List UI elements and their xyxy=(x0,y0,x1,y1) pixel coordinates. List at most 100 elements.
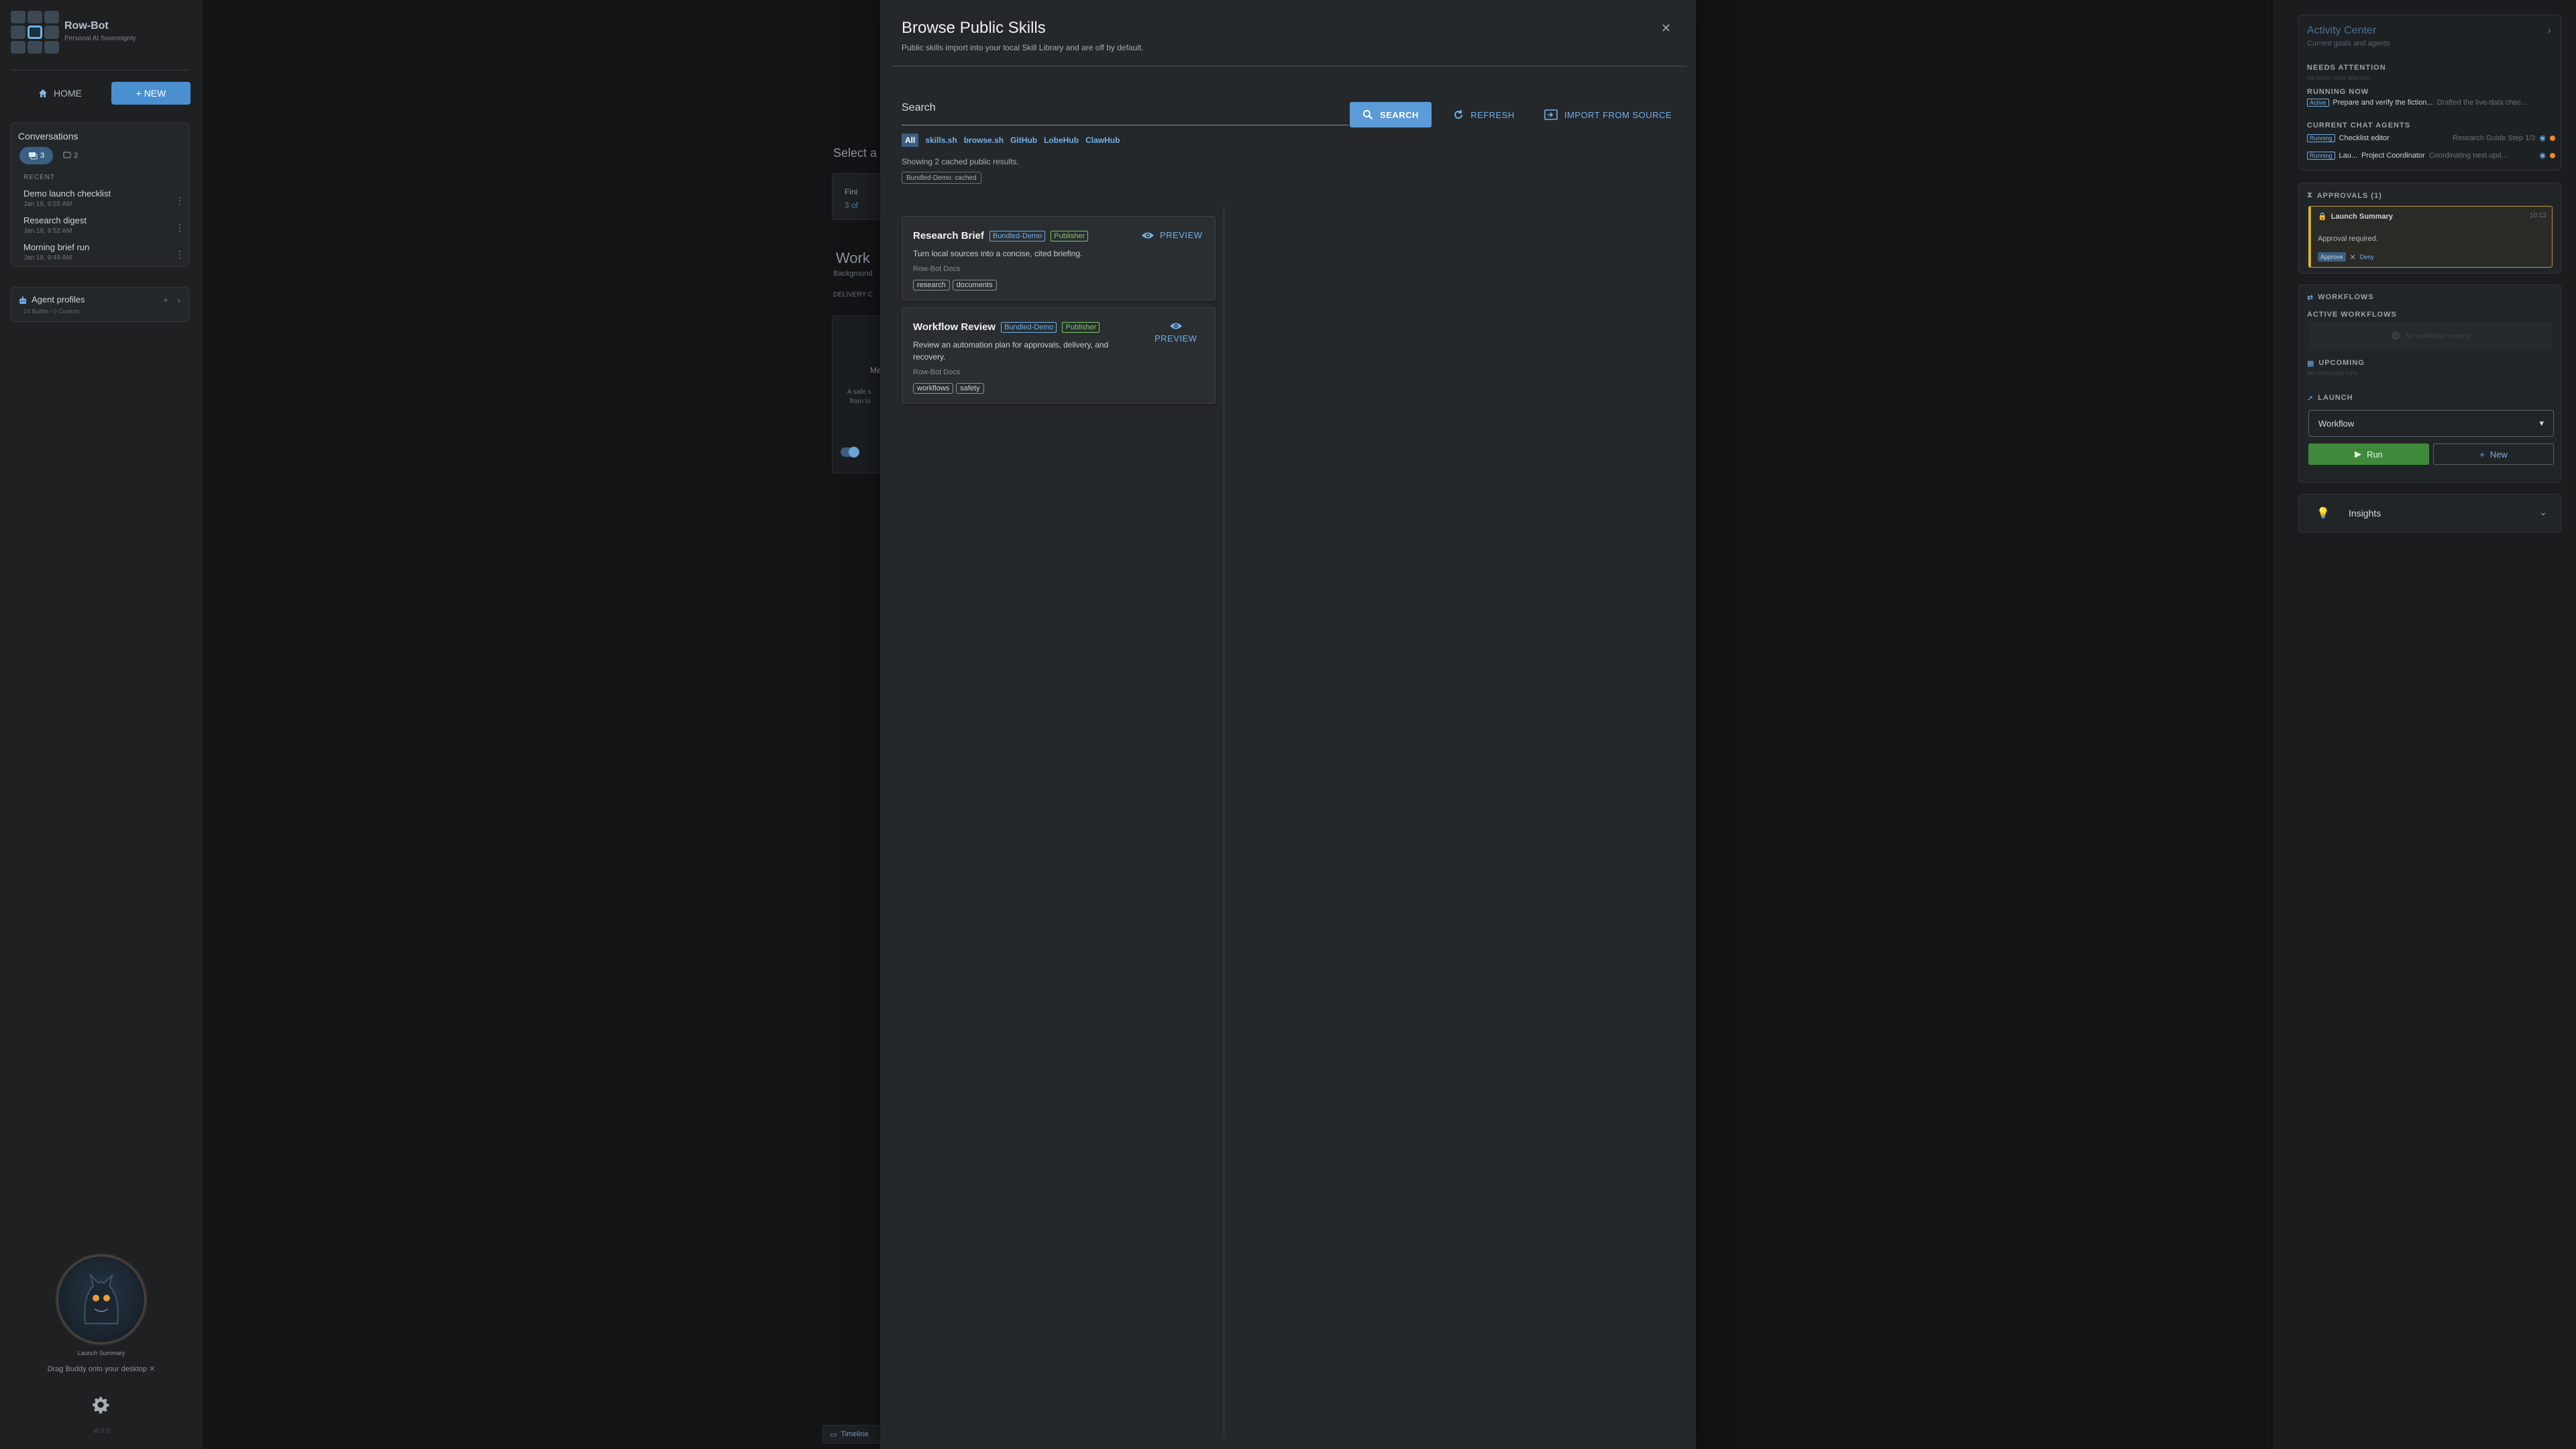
chevron-down-icon[interactable]: ⌄ xyxy=(2539,506,2547,518)
close-icon[interactable]: ✕ xyxy=(1661,21,1676,36)
search-input[interactable]: Search xyxy=(902,102,936,114)
import-from-source-button[interactable]: IMPORT FROM SOURCE xyxy=(1536,102,1680,127)
approve-button[interactable]: Approve xyxy=(2318,252,2346,262)
launch-label: LAUNCH xyxy=(2318,394,2353,402)
timeline-tab[interactable]: ▭ Timeline xyxy=(822,1425,890,1444)
add-icon[interactable]: + xyxy=(163,294,168,305)
conversation-item[interactable]: Research digest Jan 18, 9:52 AM ⋮ xyxy=(23,215,184,242)
chats-count: 3 xyxy=(40,152,45,160)
home-icon xyxy=(39,89,47,97)
buddy-avatar[interactable] xyxy=(56,1254,146,1344)
delivery-label: DELIVERY C xyxy=(833,291,873,299)
messages-filter[interactable]: 2 xyxy=(57,147,84,164)
skill-title: Research Brief xyxy=(913,230,984,241)
preview-button[interactable]: PREVIEW xyxy=(1155,321,1197,343)
source-tab-clawhub[interactable]: ClawHub xyxy=(1085,136,1120,145)
chat-icon xyxy=(28,152,38,160)
running-detail: Drafted the live-data chec... xyxy=(2436,99,2528,107)
cached-badge: Bundled-Demo: cached xyxy=(902,172,981,184)
recent-label: RECENT xyxy=(23,174,56,181)
agent-row[interactable]: Running Lau... Project Coordinator Coord… xyxy=(2307,151,2555,160)
source-badge: Bundled-Demo xyxy=(1001,321,1057,333)
agent-role: Project Coordinator xyxy=(2361,151,2425,160)
approvals-card: ⧗ APPROVALS (1) 🔒 Launch Summary 10:13 Ap… xyxy=(2298,182,2561,274)
version-label: v0.9.0 xyxy=(93,1428,110,1434)
approval-header: 🔒 Launch Summary xyxy=(2318,212,2393,221)
more-icon[interactable]: ⋮ xyxy=(175,195,184,207)
workflow-select-value: Workflow xyxy=(2318,418,2355,429)
hourglass-icon: ⧗ xyxy=(2307,191,2313,199)
upcoming-sub: No scheduled runs xyxy=(2307,370,2358,376)
needs-attention-label: NEEDS ATTENTION xyxy=(2307,64,2386,72)
import-icon xyxy=(1544,109,1558,120)
refresh-button[interactable]: REFRESH xyxy=(1445,102,1523,127)
new-workflow-button[interactable]: + New xyxy=(2433,443,2554,465)
new-conversation-button[interactable]: + NEW xyxy=(111,82,191,105)
plus-icon: + xyxy=(2479,449,2485,460)
chevron-right-icon[interactable]: › xyxy=(177,294,180,305)
publisher-badge: Publisher xyxy=(1051,230,1089,241)
search-icon xyxy=(1363,110,1373,120)
workflow-select[interactable]: Workflow ▾ xyxy=(2308,410,2554,437)
skill-card[interactable]: Research Brief Bundled-Demo Publisher PR… xyxy=(902,216,1216,301)
skill-card[interactable]: Workflow Review Bundled-Demo Publisher P… xyxy=(902,307,1216,404)
chevron-right-icon[interactable]: › xyxy=(2548,25,2551,37)
work-title: Work xyxy=(836,250,870,266)
preview-button[interactable]: PREVIEW xyxy=(1141,230,1202,240)
close-icon[interactable]: ✕ xyxy=(149,1365,155,1373)
search-button-label: SEARCH xyxy=(1380,109,1419,120)
eye-icon[interactable]: ◉ xyxy=(2539,133,2546,142)
source-tab-lobehub[interactable]: LobeHub xyxy=(1044,136,1079,145)
skill-tag: workflows xyxy=(913,383,954,394)
import-button-label: IMPORT FROM SOURCE xyxy=(1564,109,1672,120)
refresh-button-label: REFRESH xyxy=(1470,109,1515,120)
gear-icon: ⚙ xyxy=(2391,331,2401,342)
conversation-date: Jan 18, 9:55 AM xyxy=(23,201,72,208)
deny-button[interactable]: Deny xyxy=(2360,254,2374,260)
current-chat-agents-label: CURRENT CHAT AGENTS xyxy=(2307,121,2411,129)
preview-label: PREVIEW xyxy=(1155,333,1197,343)
conversation-date: Jan 18, 9:49 AM xyxy=(23,254,72,262)
from-label: from lo xyxy=(850,398,871,405)
source-tab-all[interactable]: All xyxy=(902,133,919,147)
skill-header: Research Brief Bundled-Demo Publisher xyxy=(913,230,1089,241)
approvals-header: ⧗ APPROVALS (1) xyxy=(2307,191,2382,200)
conversation-item[interactable]: Demo launch checklist Jan 18, 9:55 AM ⋮ xyxy=(23,189,184,215)
skill-tag: documents xyxy=(952,280,997,290)
app-logo xyxy=(11,11,59,54)
search-button[interactable]: SEARCH xyxy=(1350,102,1432,127)
agent-name: Checklist editor xyxy=(2339,133,2390,142)
settings-gear-icon[interactable] xyxy=(91,1395,110,1414)
source-tab-skills-sh[interactable]: skills.sh xyxy=(925,136,957,145)
activity-center-subtitle: Current goals and agents xyxy=(2307,40,2390,48)
more-icon[interactable]: ⋮ xyxy=(175,222,184,233)
dialog-title: Browse Public Skills xyxy=(902,19,1046,37)
new-label: New xyxy=(2489,449,2508,460)
toggle-switch[interactable] xyxy=(841,447,859,458)
robot-icon xyxy=(19,297,26,304)
skill-tag: safety xyxy=(956,383,984,394)
approval-time: 10:13 xyxy=(2529,212,2546,219)
home-button[interactable]: HOME xyxy=(19,82,101,105)
source-tab-browse-sh[interactable]: browse.sh xyxy=(964,136,1004,145)
run-button[interactable]: ▶ Run xyxy=(2308,443,2429,465)
deny-icon[interactable]: ✕ xyxy=(2350,253,2356,262)
chats-filter[interactable]: 3 xyxy=(19,147,53,164)
background-label: Background xyxy=(833,270,873,278)
approval-item[interactable]: 🔒 Launch Summary 10:13 Approval required… xyxy=(2308,206,2553,268)
insights-card[interactable]: 💡 Insights ⌄ xyxy=(2298,494,2561,533)
flow-card[interactable]: Fini 3 of xyxy=(832,173,885,220)
lock-icon: 🔒 xyxy=(2318,213,2327,221)
browse-skills-dialog: Browse Public Skills Public skills impor… xyxy=(880,0,1696,1449)
more-icon[interactable]: ⋮ xyxy=(175,249,184,260)
skill-description: Review an automation plan for approvals,… xyxy=(913,340,1109,362)
workflows-card: ⇄ WORKFLOWS ACTIVE WORKFLOWS ⚙ No workflow… xyxy=(2298,284,2561,483)
agent-row[interactable]: Running Checklist editor Research Guide … xyxy=(2307,133,2555,142)
agent-detail: Research Guide Step 1/3 xyxy=(2452,133,2536,142)
source-tab-github[interactable]: GitHub xyxy=(1010,136,1037,145)
running-item[interactable]: Active Prepare and verify the fiction...… xyxy=(2307,99,2527,107)
workflow-icon: ⇄ xyxy=(2307,294,2314,302)
agent-profiles-card[interactable]: Agent profiles + › 14 Builtin / 0 Custom xyxy=(11,287,189,322)
eye-icon[interactable]: ◉ xyxy=(2539,151,2546,160)
conversation-item[interactable]: Morning brief run Jan 18, 9:49 AM ⋮ xyxy=(23,242,184,269)
